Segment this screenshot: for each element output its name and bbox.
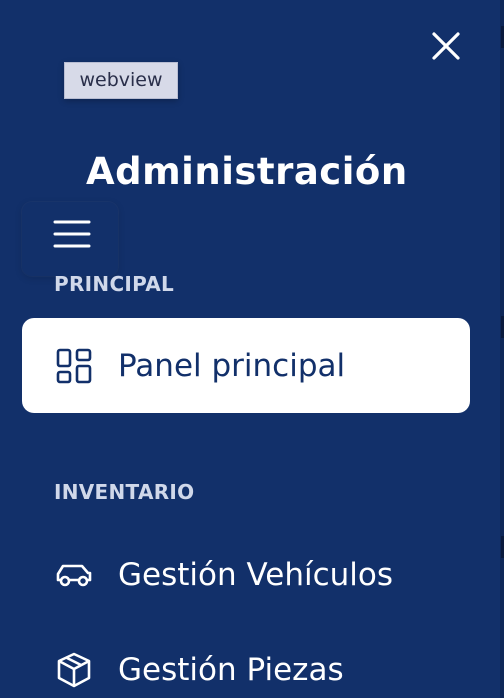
nav-item-label: Gestión Piezas	[118, 651, 344, 688]
close-button[interactable]	[426, 26, 466, 66]
navigation-drawer: Administración webview PRINCIPAL Panel p…	[0, 0, 504, 698]
box-icon	[54, 650, 94, 690]
menu-toggle-container	[22, 202, 118, 276]
nav-item-gestion-vehiculos[interactable]: Gestión Vehículos	[22, 527, 470, 622]
menu-toggle-button[interactable]	[52, 214, 92, 254]
close-icon	[432, 32, 460, 60]
section-label-principal: PRINCIPAL	[54, 272, 175, 296]
nav-item-gestion-piezas[interactable]: Gestión Piezas	[22, 622, 470, 698]
drawer-edge	[500, 0, 504, 698]
nav-item-panel-principal[interactable]: Panel principal	[22, 318, 470, 413]
webview-tooltip: webview	[64, 62, 178, 99]
nav-item-label: Panel principal	[118, 347, 346, 384]
nav-item-label: Gestión Vehículos	[118, 556, 394, 593]
drawer-title: Administración	[86, 150, 408, 193]
car-icon	[54, 555, 94, 595]
section-label-inventario: INVENTARIO	[54, 480, 195, 504]
hamburger-menu-icon	[53, 220, 91, 248]
dashboard-grid-icon	[54, 346, 94, 386]
